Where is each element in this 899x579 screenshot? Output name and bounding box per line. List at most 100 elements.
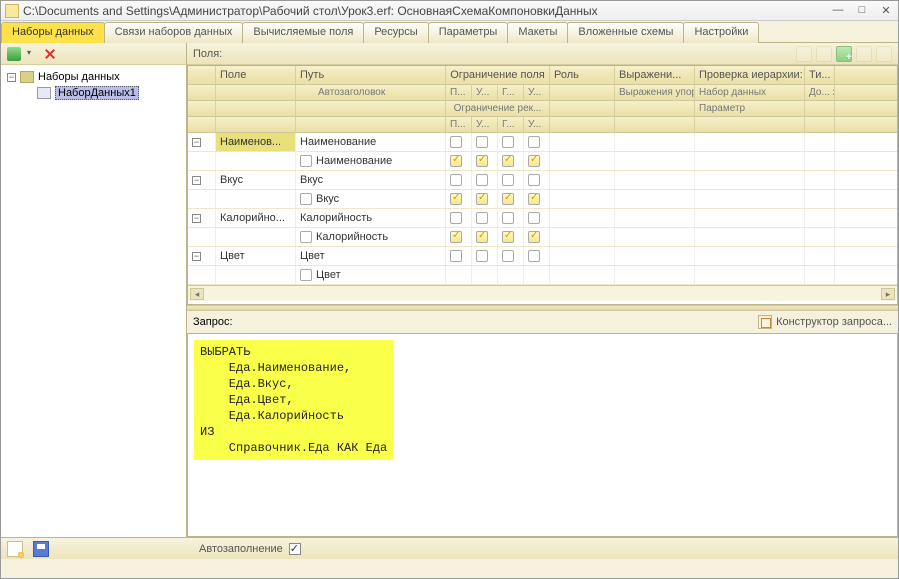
query-text-area[interactable]: ВЫБРАТЬ Еда.Наименование, Еда.Вкус, Еда.… — [187, 333, 898, 537]
maximize-button[interactable]: □ — [854, 4, 870, 17]
table-row[interactable]: − Наименов...Наименование — [188, 133, 897, 152]
table-subrow[interactable]: Наименование — [188, 152, 897, 171]
checkbox[interactable] — [450, 250, 462, 262]
table-row[interactable]: − ВкусВкус — [188, 171, 897, 190]
field-cell[interactable]: Вкус — [216, 171, 296, 189]
tab-nested-schemas[interactable]: Вложенные схемы — [567, 22, 684, 43]
save-icon[interactable] — [33, 541, 49, 557]
horizontal-scrollbar[interactable]: ◂ ▸ — [188, 285, 897, 301]
collapse-icon[interactable]: − — [192, 176, 201, 185]
autofill-control[interactable]: Автозаполнение — [199, 543, 301, 555]
collapse-icon[interactable]: − — [192, 214, 201, 223]
query-text[interactable]: ВЫБРАТЬ Еда.Наименование, Еда.Вкус, Еда.… — [194, 340, 393, 460]
checkbox[interactable] — [502, 212, 514, 224]
table-subrow[interactable]: Вкус — [188, 190, 897, 209]
checkbox-checked[interactable] — [450, 193, 462, 205]
window-title: C:\Documents and Settings\Администратор\… — [23, 4, 830, 18]
checkbox-checked[interactable] — [502, 231, 514, 243]
table-subrow[interactable]: Калорийность — [188, 228, 897, 247]
checkbox-checked[interactable] — [528, 155, 540, 167]
tab-templates[interactable]: Макеты — [507, 22, 568, 43]
col-role: Роль — [550, 66, 615, 84]
path-cell[interactable]: Вкус — [296, 171, 446, 189]
scroll-left-icon[interactable]: ◂ — [190, 288, 204, 300]
close-button[interactable]: ✕ — [878, 4, 894, 17]
checkbox-checked[interactable] — [502, 193, 514, 205]
fields-header-label: Поля: — [193, 48, 222, 60]
checkbox[interactable] — [476, 174, 488, 186]
tab-datasets[interactable]: Наборы данных — [1, 22, 105, 43]
autoheader-cell[interactable]: Калорийность — [296, 228, 446, 246]
scroll-right-icon[interactable]: ▸ — [881, 288, 895, 300]
toolbar-icon-2[interactable] — [816, 46, 832, 62]
autoheader-cell[interactable]: Наименование — [296, 152, 446, 170]
tree-root[interactable]: − Наборы данных — [3, 69, 184, 85]
checkbox-checked[interactable] — [528, 231, 540, 243]
tab-dataset-links[interactable]: Связи наборов данных — [104, 22, 244, 43]
checkbox[interactable] — [450, 174, 462, 186]
toolbar-icon-1[interactable] — [796, 46, 812, 62]
footer-bar: Автозаполнение — [1, 537, 898, 559]
new-file-icon[interactable] — [7, 541, 23, 557]
checkbox[interactable] — [476, 250, 488, 262]
table-row[interactable]: − Калорийно...Калорийность — [188, 209, 897, 228]
minimize-button[interactable]: — — [830, 4, 846, 17]
datasets-tree[interactable]: − Наборы данных НаборДанных1 — [1, 65, 186, 537]
checkbox[interactable] — [502, 250, 514, 262]
toolbar-icon-5[interactable] — [876, 46, 892, 62]
tab-settings[interactable]: Настройки — [683, 22, 759, 43]
toolbar-icon-4[interactable] — [856, 46, 872, 62]
delete-dataset-icon[interactable] — [43, 47, 57, 61]
add-field-icon[interactable] — [836, 46, 852, 62]
checkbox[interactable] — [528, 174, 540, 186]
path-cell[interactable]: Цвет — [296, 247, 446, 265]
checkbox[interactable] — [450, 212, 462, 224]
col-field: Поле — [216, 66, 296, 84]
table-subrow[interactable]: Цвет — [188, 266, 897, 285]
col-restriction-field: Ограничение поля — [446, 66, 550, 84]
checkbox[interactable] — [300, 231, 312, 243]
checkbox[interactable] — [502, 174, 514, 186]
tab-calculated-fields[interactable]: Вычисляемые поля — [242, 22, 364, 43]
autoheader-cell[interactable]: Вкус — [296, 190, 446, 208]
grid-body[interactable]: − Наименов...Наименование Наименование − Вк… — [188, 133, 897, 285]
checkbox[interactable] — [528, 212, 540, 224]
fields-grid[interactable]: Поле Путь Ограничение поля Роль Выражени… — [187, 65, 898, 305]
checkbox[interactable] — [300, 269, 312, 281]
checkbox[interactable] — [300, 193, 312, 205]
autofill-checkbox[interactable] — [289, 543, 301, 555]
checkbox-checked[interactable] — [476, 193, 488, 205]
checkbox-checked[interactable] — [528, 193, 540, 205]
autoheader-cell[interactable]: Цвет — [296, 266, 446, 284]
checkbox[interactable] — [450, 136, 462, 148]
checkbox-checked[interactable] — [450, 231, 462, 243]
checkbox[interactable] — [528, 250, 540, 262]
checkbox-checked[interactable] — [502, 155, 514, 167]
checkbox-checked[interactable] — [450, 155, 462, 167]
field-cell[interactable]: Цвет — [216, 247, 296, 265]
checkbox-checked[interactable] — [476, 231, 488, 243]
col-restriction-rec: Ограничение рек... — [446, 101, 550, 116]
grid-header-row-4: П... У... Г... У... — [188, 117, 897, 133]
col-autoheader: Автозаголовок — [296, 85, 446, 100]
tab-resources[interactable]: Ресурсы — [363, 22, 428, 43]
add-dataset-icon[interactable] — [7, 47, 21, 61]
tree-item-dataset1[interactable]: НаборДанных1 — [3, 85, 184, 101]
collapse-icon[interactable]: − — [192, 252, 201, 261]
collapse-icon[interactable]: − — [192, 138, 201, 147]
tab-parameters[interactable]: Параметры — [428, 22, 509, 43]
checkbox[interactable] — [476, 136, 488, 148]
checkbox[interactable] — [300, 155, 312, 167]
app-icon — [5, 4, 19, 18]
field-cell[interactable]: Калорийно... — [216, 209, 296, 227]
path-cell[interactable]: Калорийность — [296, 209, 446, 227]
checkbox[interactable] — [476, 212, 488, 224]
expand-icon[interactable]: − — [7, 73, 16, 82]
path-cell[interactable]: Наименование — [296, 133, 446, 151]
field-cell[interactable]: Наименов... — [216, 133, 296, 151]
checkbox[interactable] — [502, 136, 514, 148]
query-builder-button[interactable]: Конструктор запроса... — [758, 315, 892, 329]
checkbox[interactable] — [528, 136, 540, 148]
table-row[interactable]: − ЦветЦвет — [188, 247, 897, 266]
checkbox-checked[interactable] — [476, 155, 488, 167]
